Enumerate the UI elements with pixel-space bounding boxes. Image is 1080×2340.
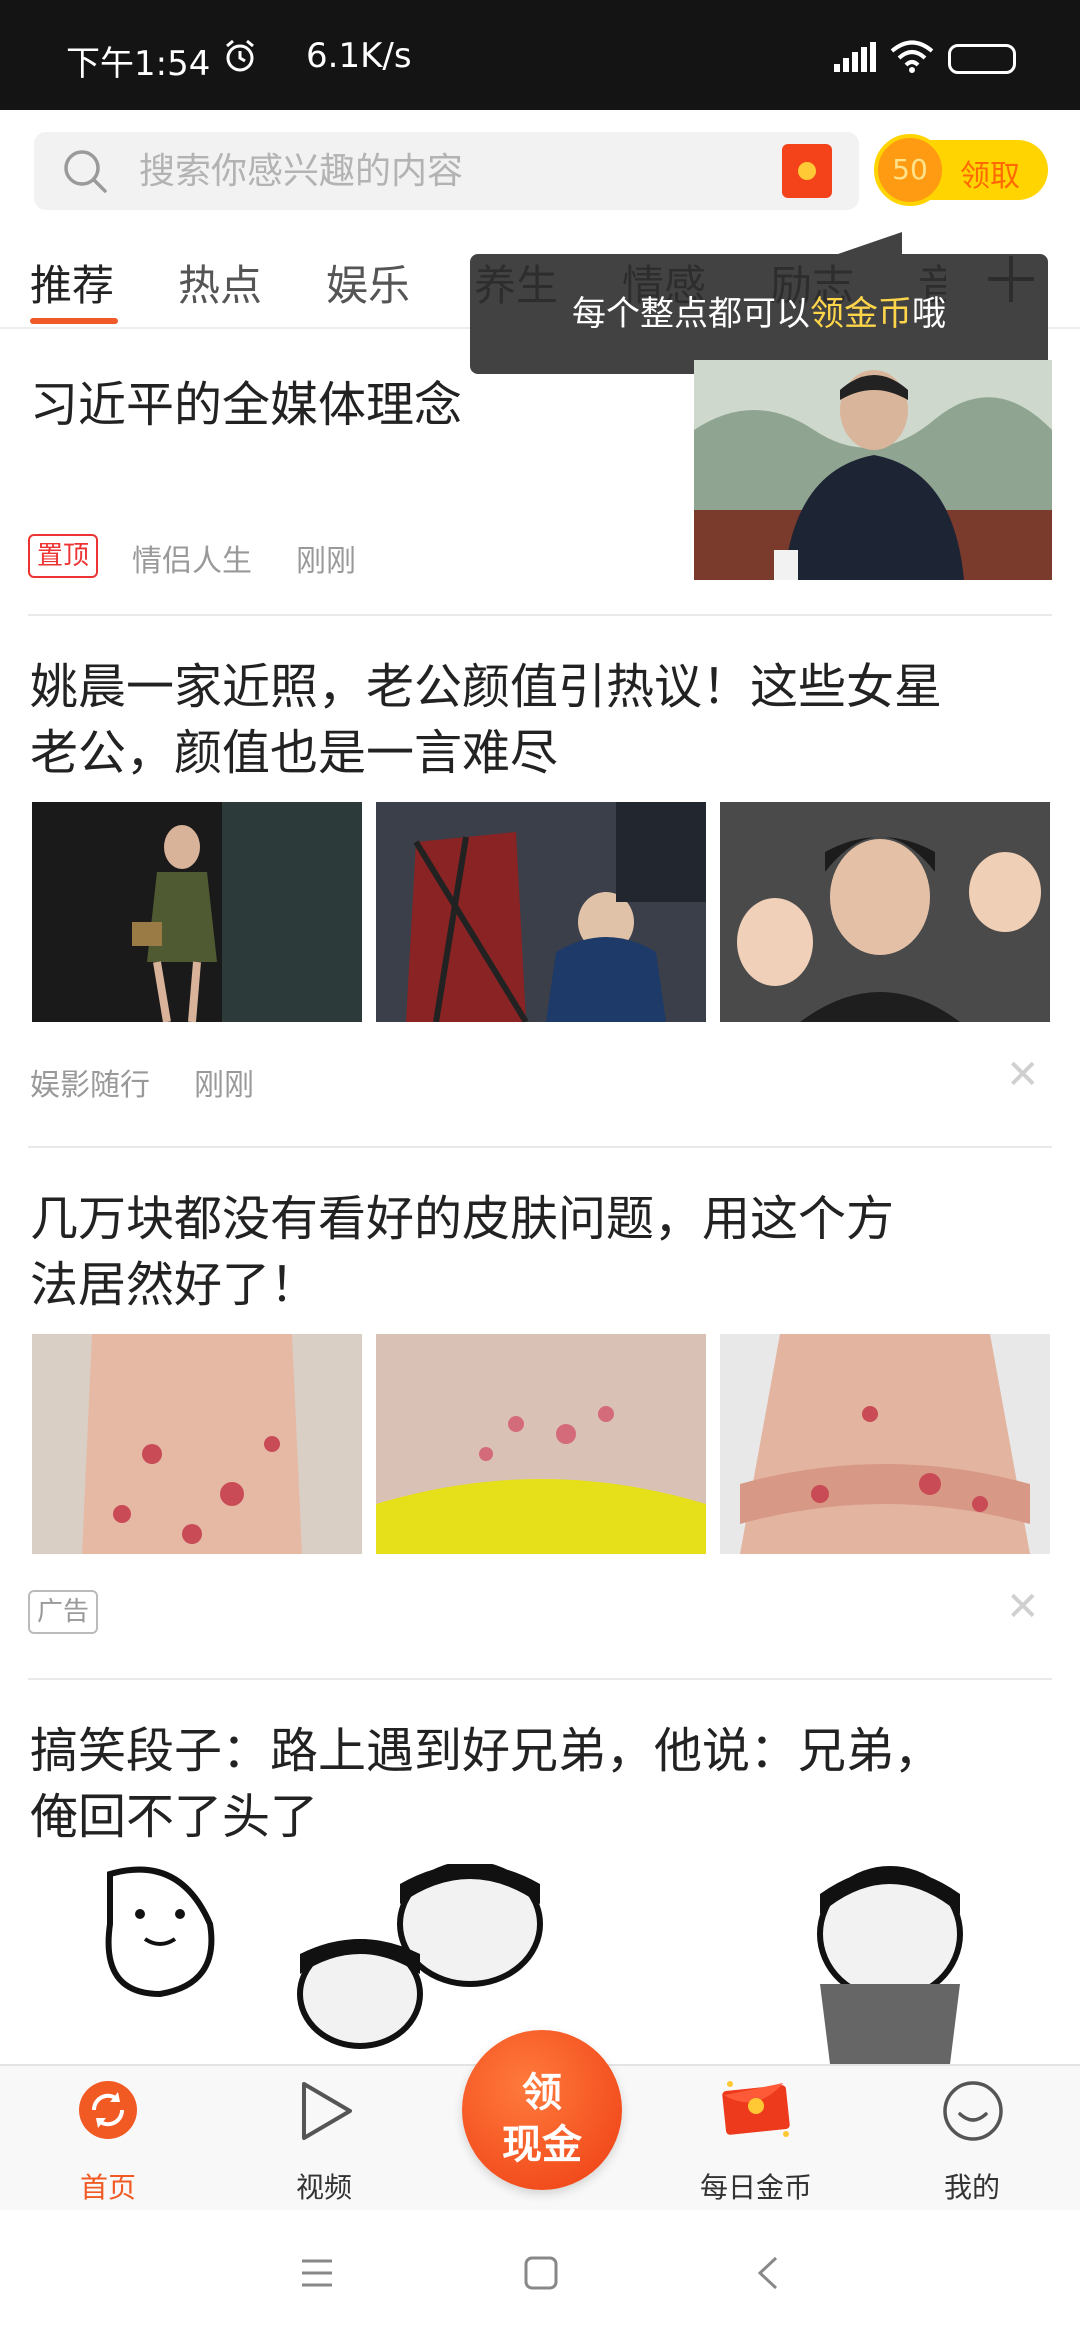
tooltip-arrow [838, 232, 902, 254]
article-time: 刚刚 [194, 1068, 254, 1103]
home-button-icon[interactable] [524, 2256, 558, 2290]
article-title-line1: 几万块都没有看好的皮肤问题，用这个方 [30, 1191, 895, 1247]
article-card[interactable]: 搞笑段子：路上遇到好兄弟，他说：兄弟， 俺回不了头了 [0, 1680, 1080, 2064]
battery-percent: 73 [968, 46, 996, 70]
play-icon [302, 2082, 352, 2140]
battery-icon: 73 [948, 44, 1016, 74]
dismiss-icon[interactable]: ✕ [1006, 1584, 1040, 1630]
tooltip-text: 每个整点都可以 [572, 294, 810, 334]
claim-coins-button[interactable]: 50 领取 [874, 134, 1048, 206]
nav-daily-coins-label: 每日金币 [699, 2171, 812, 2204]
home-icon [79, 2081, 137, 2139]
claim-label: 领取 [960, 159, 1020, 194]
article-title-line2: 法居然好了！ [30, 1257, 319, 1313]
article-card[interactable]: 姚晨一家近照，老公颜值引热议！这些女星 老公，颜值也是一言难尽 娱影随行 刚刚 … [0, 616, 1080, 1146]
red-envelope-icon [722, 2081, 790, 2137]
search-input[interactable] [139, 132, 799, 210]
pinned-badge: 置顶 [28, 534, 98, 578]
article-thumbnail [694, 360, 1052, 580]
profile-icon [943, 2081, 1003, 2141]
red-packet-icon[interactable] [782, 144, 832, 198]
tooltip-suffix: 哦 [912, 294, 946, 334]
claim-cash-line2: 现金 [502, 2122, 582, 2168]
claim-cash-line1: 领 [522, 2070, 562, 2116]
claim-cash-button[interactable]: 领 现金 [462, 2030, 622, 2190]
status-bar: 下午1:54 6.1K/s 73 [0, 0, 1080, 110]
tab-recommend[interactable]: 推荐 [30, 252, 114, 313]
article-image [376, 1334, 706, 1554]
active-tab-indicator [30, 318, 118, 324]
nav-home-label: 首页 [79, 2171, 136, 2204]
article-image [32, 1334, 362, 1554]
tooltip-highlight: 领金币 [810, 294, 912, 334]
signal-icon [834, 42, 876, 72]
article-image [376, 802, 706, 1022]
dismiss-icon[interactable]: ✕ [1006, 1052, 1040, 1098]
article-source: 情侣人生 [132, 544, 252, 579]
nav-daily-coins[interactable]: 每日金币 [666, 2066, 846, 2212]
nav-me-label: 我的 [943, 2171, 1000, 2204]
article-title-line1: 姚晨一家近照，老公颜值引热议！这些女星 [30, 659, 943, 715]
article-card[interactable]: 习近平的全媒体理念 置顶 情侣人生 刚刚 [0, 330, 1080, 614]
menu-icon[interactable] [300, 2258, 334, 2288]
alarm-icon [226, 39, 254, 72]
nav-me[interactable]: 我的 [882, 2066, 1062, 2212]
article-title-line1: 搞笑段子：路上遇到好兄弟，他说：兄弟， [30, 1723, 943, 1779]
article-title: 习近平的全媒体理念 [30, 377, 463, 433]
nav-video-label: 视频 [295, 2171, 352, 2204]
wifi-icon [890, 40, 934, 73]
coin-amount: 50 [874, 134, 946, 206]
search-bar[interactable] [34, 132, 859, 210]
nav-video[interactable]: 视频 [234, 2066, 414, 2212]
ad-card[interactable]: 几万块都没有看好的皮肤问题，用这个方 法居然好了！ 广告 ✕ [0, 1148, 1080, 1678]
search-icon [64, 150, 107, 193]
nav-home[interactable]: 首页 [18, 2066, 198, 2212]
tab-hot[interactable]: 热点 [178, 252, 262, 313]
article-image [720, 802, 1050, 1022]
tab-entertainment[interactable]: 娱乐 [326, 252, 410, 313]
article-title-line2: 老公，颜值也是一言难尽 [30, 725, 559, 781]
network-speed: 6.1K/s [306, 36, 412, 76]
article-time: 刚刚 [296, 544, 356, 579]
article-source: 娱影随行 [30, 1068, 150, 1103]
article-image [720, 1334, 1050, 1554]
status-time: 下午1:54 [66, 44, 211, 84]
article-image [32, 802, 362, 1022]
system-nav-bar [0, 2210, 1080, 2340]
ad-badge: 广告 [28, 1590, 98, 1634]
article-title-line2: 俺回不了头了 [30, 1789, 319, 1845]
back-icon[interactable] [756, 2256, 780, 2290]
